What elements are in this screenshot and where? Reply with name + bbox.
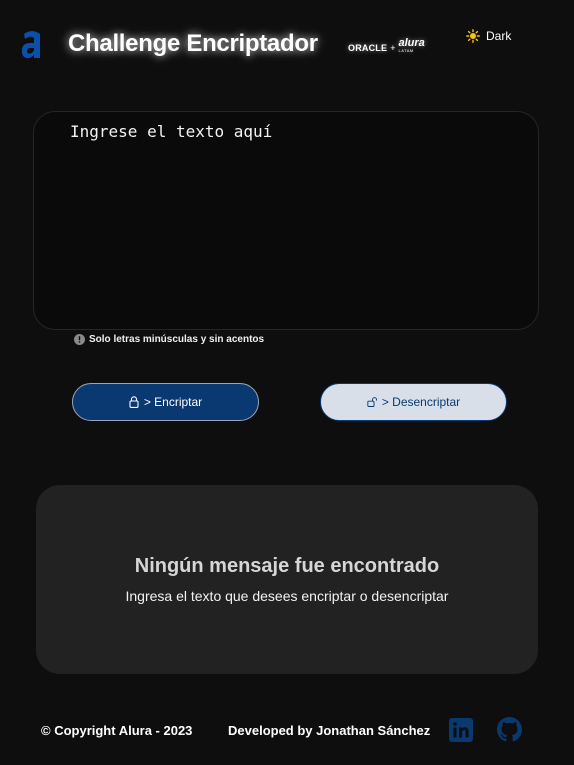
decrypt-button[interactable]: > Desencriptar [320,383,507,421]
github-icon[interactable] [497,717,522,742]
sun-icon [466,29,480,43]
alura-logo-icon[interactable] [20,28,44,62]
partner-plus: + [390,43,396,53]
unlock-icon [367,397,377,407]
partner-logos: ORACLE + alura LATAM [348,38,425,54]
footer-copyright: © Copyright Alura - 2023 [41,723,193,738]
encrypt-button-label: > Encriptar [143,395,203,409]
lock-icon [129,396,139,408]
info-icon [74,334,85,345]
page-title: Challenge Encriptador [68,30,318,57]
encrypt-button[interactable]: > Encriptar [72,383,259,421]
footer-developer: Developed by Jonathan Sánchez [228,723,431,738]
text-input[interactable] [70,122,520,317]
text-input-container [33,111,539,330]
alura-logo-subtext: LATAM [398,48,414,53]
output-subtitle: Ingresa el texto que desees encriptar o … [125,588,449,604]
theme-toggle[interactable]: Dark [466,29,511,43]
alura-latam-logo: alura LATAM [398,38,424,53]
input-hint: Solo letras minúsculas y sin acentos [74,334,264,345]
oracle-logo: ORACLE [348,43,388,53]
hint-text: Solo letras minúsculas y sin acentos [89,334,265,345]
theme-label: Dark [486,29,512,43]
output-panel: Ningún mensaje fue encontrado Ingresa el… [36,485,538,674]
decrypt-button-label: > Desencriptar [381,395,461,409]
output-title: Ningún mensaje fue encontrado [134,555,440,577]
linkedin-icon[interactable] [449,718,473,742]
